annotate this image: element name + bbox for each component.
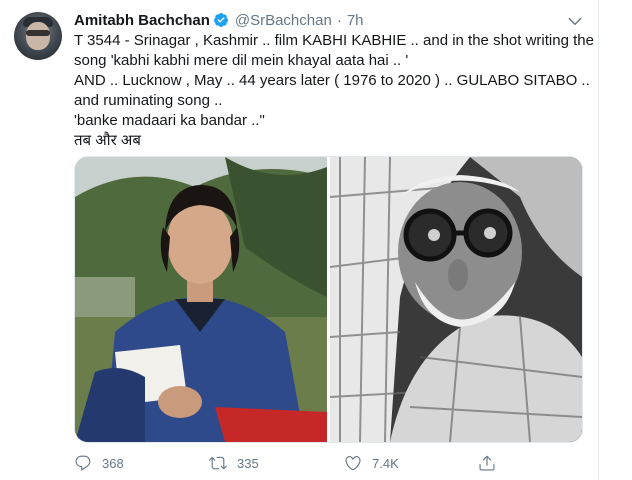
photo-young-man[interactable] xyxy=(75,157,327,442)
like-icon xyxy=(345,456,361,471)
avatar-glasses xyxy=(26,30,50,36)
tweet-text-line: and ruminating song .. xyxy=(74,92,223,109)
photo-old-man-art xyxy=(330,157,582,442)
tweet-text-line: T 3544 - Srinagar , Kashmir .. film KABH… xyxy=(74,32,594,49)
author-name[interactable]: Amitabh Bachchan xyxy=(74,12,210,29)
avatar-face xyxy=(26,22,50,50)
tweet-header: Amitabh Bachchan @SrBachchan · 7h xyxy=(74,10,364,30)
like-count: 7.4K xyxy=(372,455,399,471)
tweet-text-line: 'banke madaari ka bandar .." xyxy=(74,112,265,129)
photo-young-man-art xyxy=(75,157,327,442)
author-handle[interactable]: @SrBachchan xyxy=(235,12,332,29)
tweet-actions: 368 335 7.4K xyxy=(74,452,574,474)
retweet-button[interactable]: 335 xyxy=(209,452,259,474)
verified-badge-icon xyxy=(213,13,228,27)
retweet-count: 335 xyxy=(237,455,259,471)
share-icon xyxy=(479,455,495,471)
retweet-icon xyxy=(209,456,227,470)
tweet-text: T 3544 - Srinagar , Kashmir .. film KABH… xyxy=(74,31,594,151)
chevron-down-icon[interactable] xyxy=(566,12,584,30)
photo-old-man[interactable] xyxy=(330,157,582,442)
reply-count: 368 xyxy=(102,455,124,471)
tweet-text-line: तब और अब xyxy=(74,132,141,149)
header-separator: · xyxy=(336,11,342,29)
reply-icon xyxy=(75,455,91,471)
reply-button[interactable]: 368 xyxy=(74,452,124,474)
tweet-card[interactable]: Amitabh Bachchan @SrBachchan · 7h T 3544… xyxy=(0,0,598,480)
tweet-text-line: AND .. Lucknow , May .. 44 years later (… xyxy=(74,72,590,89)
like-button[interactable]: 7.4K xyxy=(344,452,399,474)
author-avatar[interactable] xyxy=(14,12,62,60)
tweet-media[interactable] xyxy=(74,156,583,443)
share-button[interactable] xyxy=(478,452,496,474)
tweet-timestamp[interactable]: 7h xyxy=(347,12,364,29)
tweet-text-line: song 'kabhi kabhi mere dil mein khayal a… xyxy=(74,52,409,69)
right-gutter xyxy=(599,0,632,480)
